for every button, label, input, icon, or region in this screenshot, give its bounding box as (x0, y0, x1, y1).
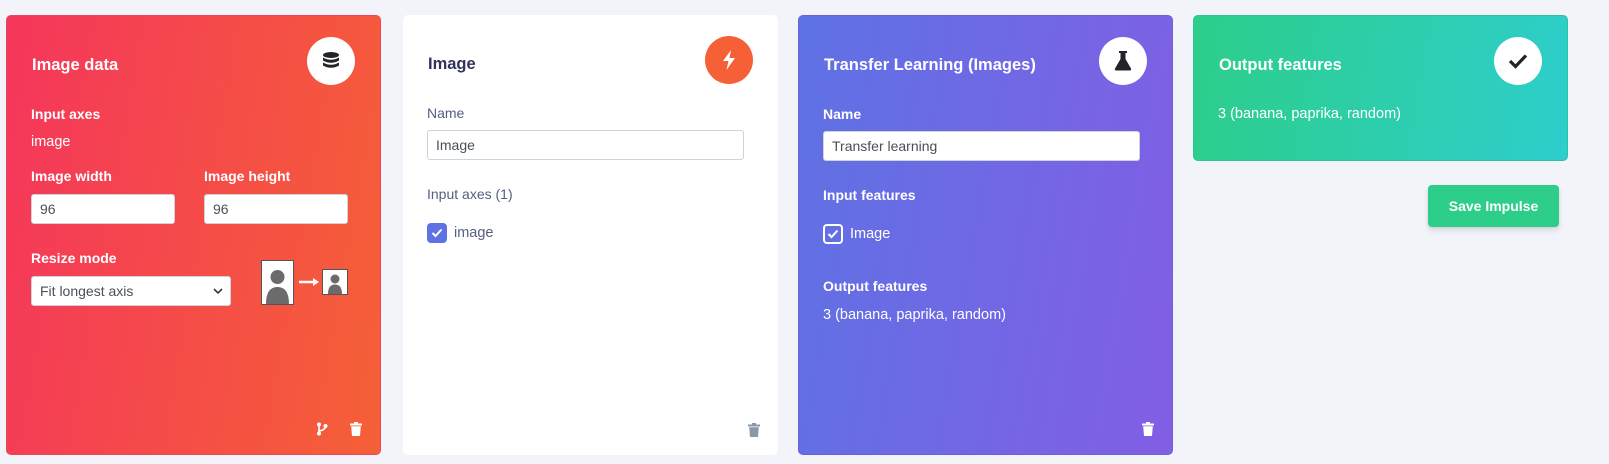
bolt-icon (705, 36, 753, 84)
save-impulse-button[interactable]: Save Impulse (1428, 185, 1559, 227)
output-features-card: Output features 3 (banana, paprika, rand… (1193, 15, 1568, 161)
check-icon (431, 228, 443, 238)
transfer-learning-card: Transfer Learning (Images) Name Input fe… (798, 15, 1173, 455)
input-feature-checkbox-image[interactable] (823, 224, 843, 244)
output-features-label: Output features (823, 278, 928, 294)
check-icon (827, 229, 839, 239)
resize-mode-select-wrapper: Fit longest axis (31, 276, 231, 306)
image-card: Image Name Input axes (1) image (403, 15, 778, 455)
database-icon (307, 37, 355, 85)
trash-icon[interactable] (747, 422, 761, 438)
input-axes-value: image (31, 134, 71, 150)
image-data-card: Image data Input axes image Image width … (6, 15, 381, 455)
input-axes-label: Input axes (1) (427, 186, 513, 202)
axis-checkbox-image[interactable] (427, 223, 447, 243)
input-features-label: Input features (823, 187, 916, 203)
output-features-value: 3 (banana, paprika, random) (1218, 106, 1401, 122)
name-input[interactable] (427, 130, 744, 160)
image-height-label: Image height (204, 168, 291, 184)
image-width-label: Image width (31, 168, 112, 184)
input-feature-checkbox-label: Image (850, 226, 891, 242)
branch-icon[interactable] (315, 421, 329, 437)
check-icon (1494, 37, 1542, 85)
image-height-input[interactable] (204, 194, 348, 224)
flask-icon (1099, 37, 1147, 85)
input-axes-label: Input axes (31, 106, 101, 122)
name-label: Name (427, 105, 465, 121)
axis-checkbox-label: image (454, 225, 494, 241)
resize-mode-label: Resize mode (31, 250, 117, 266)
trash-icon[interactable] (1141, 421, 1155, 437)
output-features-value: 3 (banana, paprika, random) (823, 307, 1006, 323)
trash-icon[interactable] (349, 421, 363, 437)
resize-illustration (261, 260, 351, 306)
resize-mode-select[interactable]: Fit longest axis (31, 276, 231, 306)
image-width-input[interactable] (31, 194, 175, 224)
name-input[interactable] (823, 131, 1140, 161)
name-label: Name (823, 106, 862, 122)
